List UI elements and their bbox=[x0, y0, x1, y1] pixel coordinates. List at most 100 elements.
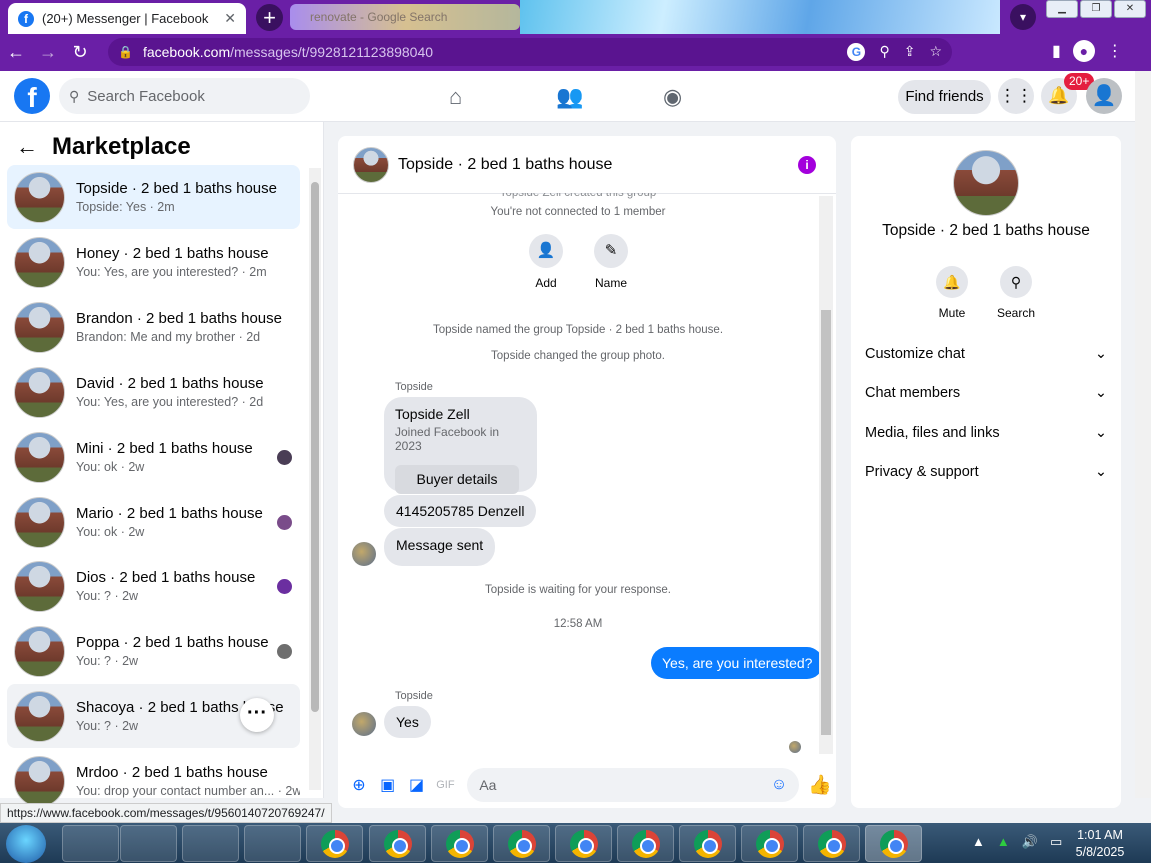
chrome-taskbar-icon-active[interactable] bbox=[865, 825, 922, 862]
tab-search-chevron-icon[interactable]: ▾ bbox=[1010, 4, 1036, 30]
add-person-icon: 👤 bbox=[529, 234, 563, 268]
emoji-icon[interactable]: ☺ bbox=[771, 776, 787, 794]
photo-icon[interactable]: ▣ bbox=[375, 775, 401, 795]
conversation-item[interactable]: Mario · 2 bed 1 baths house You: ok · 2w bbox=[7, 490, 300, 554]
forward-arrow-icon[interactable]: → bbox=[32, 42, 64, 63]
privacy-support-row[interactable]: Privacy & support ⌄ bbox=[865, 464, 1107, 480]
conversation-item[interactable]: Topside · 2 bed 1 baths house Topside: Ye… bbox=[7, 165, 300, 229]
outgoing-message[interactable]: Yes, are you interested? bbox=[651, 647, 824, 679]
volume-icon[interactable]: 🔊 bbox=[1022, 834, 1038, 850]
address-bar[interactable]: 🔒 facebook.com/messages/t/99281211238980… bbox=[108, 38, 952, 66]
close-window-icon[interactable]: ✕ bbox=[1114, 0, 1146, 18]
groups-icon[interactable]: ◉ bbox=[663, 84, 682, 110]
conversation-more-options-button[interactable]: ··· bbox=[240, 698, 274, 732]
new-tab-button[interactable]: + bbox=[256, 4, 283, 31]
taskbar-clock[interactable]: 1:01 AM 5/8/2025 bbox=[1070, 827, 1130, 861]
chrome-taskbar-icon[interactable] bbox=[555, 825, 612, 862]
chat-scrollbar-thumb[interactable] bbox=[821, 310, 831, 735]
chrome-taskbar-icon[interactable] bbox=[617, 825, 674, 862]
conversation-item[interactable]: Honey · 2 bed 1 baths house You: Yes, are… bbox=[7, 230, 300, 294]
incoming-message[interactable]: 4145205785 Denzell bbox=[384, 495, 537, 527]
sender-avatar[interactable] bbox=[352, 542, 376, 566]
minimize-icon[interactable]: ▁ bbox=[1046, 0, 1078, 18]
facebook-logo-icon[interactable]: f bbox=[14, 78, 50, 114]
info-icon[interactable]: i bbox=[798, 156, 816, 174]
home-icon[interactable]: ⌂ bbox=[449, 84, 462, 110]
buyer-details-button[interactable]: Buyer details bbox=[395, 465, 519, 494]
tray-app-icon[interactable]: ▲ bbox=[997, 834, 1010, 850]
chevron-down-icon: ⌄ bbox=[1094, 464, 1107, 480]
account-avatar[interactable]: 👤 bbox=[1086, 78, 1122, 114]
zoom-icon[interactable]: ⚲ bbox=[879, 43, 889, 61]
chrome-taskbar-icon[interactable] bbox=[369, 825, 426, 862]
file-explorer-icon[interactable] bbox=[62, 825, 119, 862]
message-input[interactable]: Aa ☺ bbox=[467, 768, 800, 802]
message-placeholder: Aa bbox=[479, 777, 497, 793]
back-arrow-icon[interactable]: ← bbox=[0, 42, 32, 63]
chrome-taskbar-icon[interactable] bbox=[679, 825, 736, 862]
google-lens-icon[interactable]: G bbox=[847, 43, 866, 61]
start-button-icon[interactable] bbox=[6, 825, 46, 863]
group-photo-large[interactable] bbox=[953, 150, 1019, 216]
close-tab-icon[interactable]: ✕ bbox=[224, 10, 236, 27]
gif-icon[interactable]: GIF bbox=[432, 779, 458, 791]
mute-action[interactable]: 🔔 Mute bbox=[925, 266, 979, 320]
like-thumb-icon[interactable]: 👍 bbox=[807, 773, 833, 797]
find-friends-button[interactable]: Find friends bbox=[898, 80, 991, 114]
group-photo[interactable] bbox=[353, 146, 389, 183]
row-label: Customize chat bbox=[865, 346, 965, 362]
friends-icon[interactable]: 👥 bbox=[556, 84, 583, 110]
back-arrow-icon[interactable]: ← bbox=[16, 134, 38, 160]
restore-icon[interactable]: ❐ bbox=[1080, 0, 1112, 18]
conversation-name: Mario · 2 bed 1 baths house bbox=[76, 505, 263, 522]
menu-kebab-icon[interactable]: ⋮ bbox=[1107, 41, 1123, 61]
chrome-icon bbox=[445, 830, 474, 858]
chrome-taskbar-icon[interactable] bbox=[803, 825, 860, 862]
conversation-item[interactable]: Dios · 2 bed 1 baths house You: ? · 2w bbox=[7, 554, 300, 618]
conversation-item[interactable]: David · 2 bed 1 baths house You: Yes, are… bbox=[7, 360, 300, 424]
chrome-taskbar-icon[interactable] bbox=[431, 825, 488, 862]
menu-grid-icon[interactable]: ⋮⋮ bbox=[998, 78, 1034, 114]
chrome-taskbar-icon[interactable] bbox=[493, 825, 550, 862]
conversation-scrollbar-thumb[interactable] bbox=[311, 182, 319, 712]
chat-header: Topside · 2 bed 1 baths house bbox=[338, 136, 836, 194]
incoming-message[interactable]: Message sent bbox=[384, 528, 496, 566]
conversation-item[interactable]: Mini · 2 bed 1 baths house You: ok · 2w bbox=[7, 425, 300, 489]
profile-icon[interactable]: ● bbox=[1072, 40, 1095, 62]
notepad-icon[interactable] bbox=[182, 825, 239, 862]
side-panel-icon[interactable]: ▮ bbox=[1052, 41, 1061, 61]
house-thumbnail bbox=[14, 366, 65, 418]
chrome-taskbar-icon[interactable] bbox=[741, 825, 798, 862]
paint-icon[interactable] bbox=[244, 825, 301, 862]
chrome-icon bbox=[320, 830, 349, 858]
network-icon[interactable]: ▭ bbox=[1050, 834, 1062, 850]
conversation-item[interactable]: Poppa · 2 bed 1 baths house You: ? · 2w bbox=[7, 619, 300, 683]
media-files-row[interactable]: Media, files and links ⌄ bbox=[865, 425, 1107, 441]
chat-members-row[interactable]: Chat members ⌄ bbox=[865, 385, 1107, 401]
chat-title[interactable]: Topside · 2 bed 1 baths house bbox=[398, 156, 612, 174]
house-thumbnail bbox=[14, 301, 65, 353]
timestamp: 12:58 AM bbox=[553, 618, 603, 630]
page-scrollbar[interactable] bbox=[1135, 71, 1151, 798]
chrome-taskbar-icon[interactable] bbox=[306, 825, 363, 862]
tray-expand-icon[interactable]: ▲ bbox=[972, 834, 985, 850]
conversation-item[interactable]: Brandon · 2 bed 1 baths house Brandon: Me… bbox=[7, 295, 300, 359]
sender-avatar[interactable] bbox=[352, 712, 376, 736]
buyer-profile-card: Topside Zell Joined Facebook in 2023 Buy… bbox=[384, 397, 537, 494]
customize-chat-row[interactable]: Customize chat ⌄ bbox=[865, 346, 1107, 362]
buyer-joined: Joined Facebook in 2023 bbox=[395, 425, 500, 453]
add-member-action[interactable]: 👤 Add bbox=[516, 234, 576, 290]
facebook-search-input[interactable]: ⚲ Search Facebook bbox=[59, 78, 310, 114]
browser-tab-messenger[interactable]: f (20+) Messenger | Facebook ✕ bbox=[8, 3, 246, 34]
name-group-action[interactable]: ✎ Name bbox=[581, 234, 641, 290]
search-action[interactable]: ⚲ Search bbox=[989, 266, 1043, 320]
background-tab-ghost[interactable]: renovate - Google Search bbox=[290, 4, 520, 30]
conversation-preview: You: drop your contact number an... · 2w bbox=[76, 784, 300, 798]
sticker-icon[interactable]: ◪ bbox=[404, 775, 430, 795]
media-player-icon[interactable] bbox=[120, 825, 177, 862]
incoming-message[interactable]: Yes bbox=[384, 706, 431, 738]
reload-icon[interactable]: ↻ bbox=[64, 42, 96, 63]
bookmark-star-icon[interactable]: ☆ bbox=[929, 43, 942, 61]
plus-circle-icon[interactable]: ⊕ bbox=[346, 775, 372, 795]
share-icon[interactable]: ⇪ bbox=[904, 43, 916, 61]
